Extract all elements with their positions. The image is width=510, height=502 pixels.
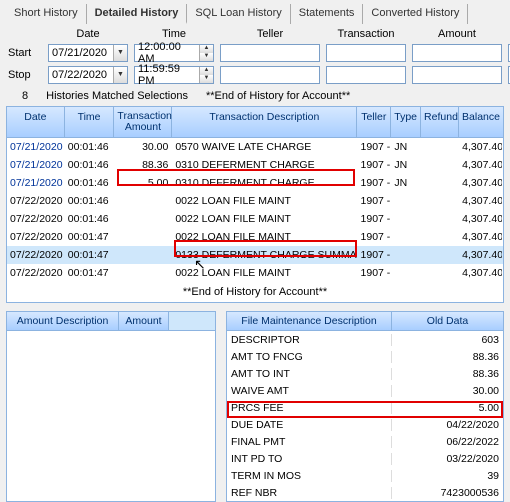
tab-statements[interactable]: Statements xyxy=(291,4,364,24)
table-row[interactable] xyxy=(7,382,215,399)
table-row[interactable]: AMT TO INT88.36 xyxy=(227,365,503,382)
col-transaction-description[interactable]: Transaction Description xyxy=(172,107,357,137)
label-teller: Teller xyxy=(220,28,320,40)
start-label: Start xyxy=(8,47,42,59)
label-amount: Amount xyxy=(412,28,502,40)
table-row[interactable]: 07/22/202000:01:470022 LOAN FILE MAINT19… xyxy=(7,228,503,246)
table-row[interactable]: 07/21/202000:01:465.000310 DEFERMENT CHA… xyxy=(7,174,503,192)
amount-grid[interactable]: Amount Description Amount xyxy=(6,311,216,502)
table-row[interactable] xyxy=(7,450,215,467)
tab-strip: Short History Detailed History SQL Loan … xyxy=(0,0,510,24)
table-row[interactable]: 07/22/202000:01:470022 LOAN FILE MAINT19… xyxy=(7,264,503,282)
history-grid[interactable]: Date Time Transaction Amount Transaction… xyxy=(6,106,504,303)
transaction-input-2[interactable] xyxy=(326,66,406,84)
amount-input-2[interactable] xyxy=(412,66,502,84)
col-amount-description[interactable]: Amount Description xyxy=(7,312,119,330)
table-row[interactable]: WAIVE AMT30.00 xyxy=(227,382,503,399)
match-count: 8 xyxy=(22,90,28,102)
stop-time-picker[interactable]: 11:59:59 PM ▲▼ xyxy=(134,66,214,84)
table-row[interactable]: 07/22/202000:01:460022 LOAN FILE MAINT19… xyxy=(7,210,503,228)
table-row[interactable]: INT PD TO03/22/2020 xyxy=(227,450,503,467)
tab-converted-history[interactable]: Converted History xyxy=(363,4,468,24)
table-row[interactable]: AMT TO FNCG88.36 xyxy=(227,348,503,365)
teller-input-1[interactable] xyxy=(220,44,320,62)
transaction-input-1[interactable] xyxy=(326,44,406,62)
table-row[interactable]: REF NBR7423000536 xyxy=(227,484,503,501)
table-row[interactable]: PRCS FEE5.00 xyxy=(227,399,503,416)
start-date-picker[interactable]: 07/21/2020 ▼ xyxy=(48,44,128,62)
table-row[interactable]: 07/21/202000:01:4630.000570 WAIVE LATE C… xyxy=(7,138,503,156)
stop-label: Stop xyxy=(8,69,42,81)
spinner-up-icon[interactable]: ▲ xyxy=(200,45,213,53)
col-refund[interactable]: Refund xyxy=(421,107,459,137)
table-row[interactable] xyxy=(7,348,215,365)
spinner-down-icon[interactable]: ▼ xyxy=(200,75,213,83)
table-row[interactable] xyxy=(7,331,215,348)
table-row[interactable] xyxy=(7,484,215,501)
amount-input-1[interactable] xyxy=(412,44,502,62)
spinner-down-icon[interactable]: ▼ xyxy=(200,53,213,61)
table-row[interactable]: 07/22/202000:01:460022 LOAN FILE MAINT19… xyxy=(7,192,503,210)
col-balance[interactable]: Balance xyxy=(459,107,503,137)
teller-input-2[interactable] xyxy=(220,66,320,84)
chevron-down-icon[interactable]: ▼ xyxy=(113,45,127,61)
grid-footer: **End of History for Account** xyxy=(7,282,503,302)
col-old-data[interactable]: Old Data xyxy=(392,312,503,330)
match-text: Histories Matched Selections xyxy=(46,90,188,102)
chevron-down-icon[interactable]: ▼ xyxy=(113,67,127,83)
table-row[interactable] xyxy=(7,467,215,484)
label-date: Date xyxy=(48,28,128,40)
col-amount[interactable]: Amount xyxy=(119,312,169,330)
end-marker: **End of History for Account** xyxy=(206,90,350,102)
table-row[interactable] xyxy=(7,433,215,450)
label-transaction: Transaction xyxy=(326,28,406,40)
table-row[interactable]: 07/21/202000:01:4688.360310 DEFERMENT CH… xyxy=(7,156,503,174)
col-teller[interactable]: Teller xyxy=(357,107,391,137)
file-maint-grid[interactable]: File Maintenance Description Old Data DE… xyxy=(226,311,504,502)
tab-short-history[interactable]: Short History xyxy=(6,4,87,24)
table-row[interactable]: DESCRIPTOR603 xyxy=(227,331,503,348)
stop-date-picker[interactable]: 07/22/2020 ▼ xyxy=(48,66,128,84)
tab-sql-loan-history[interactable]: SQL Loan History xyxy=(187,4,290,24)
table-row[interactable]: DUE DATE04/22/2020 xyxy=(227,416,503,433)
table-row[interactable]: 07/22/202000:01:470133 DEFERMENT CHARGE … xyxy=(7,246,503,264)
tab-detailed-history[interactable]: Detailed History xyxy=(87,4,188,24)
col-date[interactable]: Date xyxy=(7,107,65,137)
col-file-maintenance-description[interactable]: File Maintenance Description xyxy=(227,312,392,330)
table-row[interactable] xyxy=(7,416,215,433)
start-time-picker[interactable]: 12:00:00 AM ▲▼ xyxy=(134,44,214,62)
col-type[interactable]: Type xyxy=(391,107,421,137)
spinner-up-icon[interactable]: ▲ xyxy=(200,67,213,75)
table-row[interactable]: TERM IN MOS39 xyxy=(227,467,503,484)
table-row[interactable]: FINAL PMT06/22/2022 xyxy=(227,433,503,450)
col-transaction-amount[interactable]: Transaction Amount xyxy=(114,107,172,137)
col-time[interactable]: Time xyxy=(65,107,115,137)
table-row[interactable] xyxy=(7,365,215,382)
table-row[interactable] xyxy=(7,399,215,416)
label-time: Time xyxy=(134,28,214,40)
